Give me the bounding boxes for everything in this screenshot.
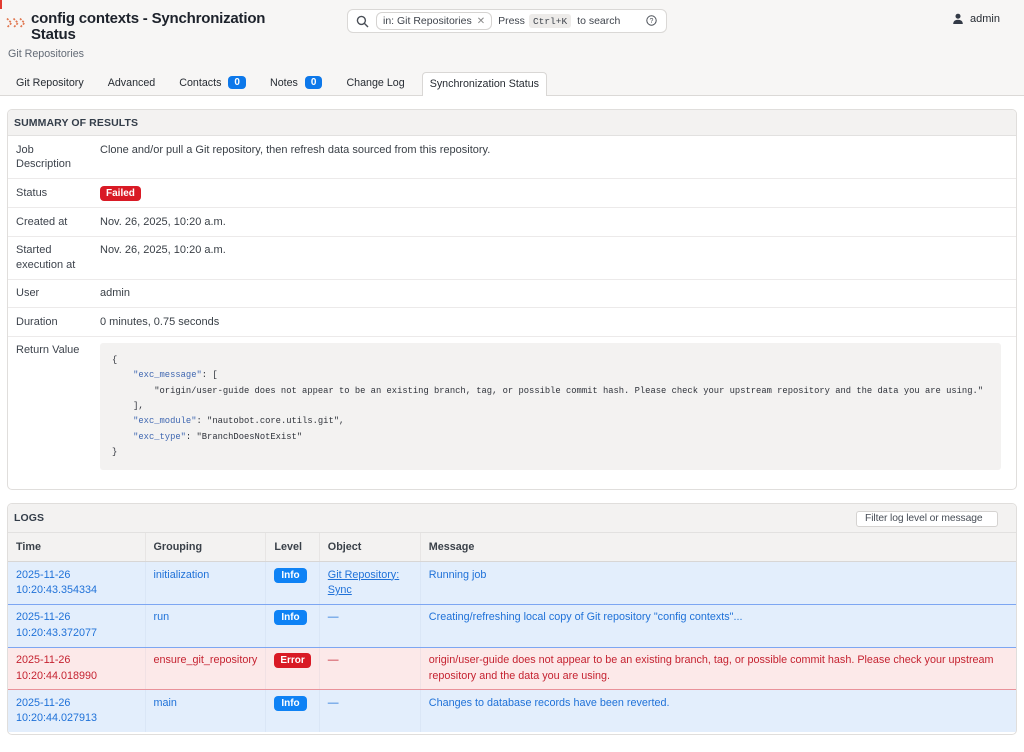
svg-text:?: ? xyxy=(650,18,654,25)
